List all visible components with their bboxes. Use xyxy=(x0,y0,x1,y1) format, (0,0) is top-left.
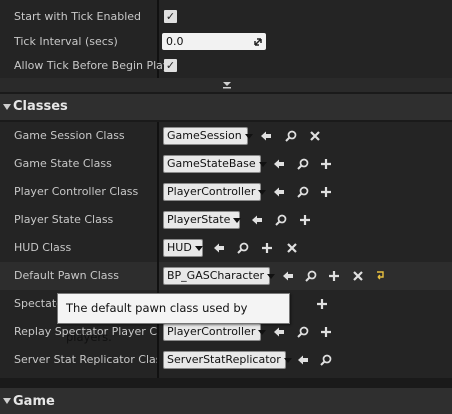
classes-category-header[interactable]: Classes xyxy=(0,94,452,120)
use-selected-arrow-icon[interactable] xyxy=(273,186,285,198)
allow-tick-before-begin-play-checkbox[interactable]: ✓ xyxy=(164,59,177,72)
expand-arrow-icon xyxy=(3,398,11,404)
default-pawn-class-tooltip: The default pawn class used by players. xyxy=(57,293,290,344)
browse-search-icon[interactable] xyxy=(285,130,297,142)
replay-spectator-player-controller-class-dropdown[interactable]: PlayerController xyxy=(163,323,267,341)
column-divider xyxy=(157,262,159,290)
player-state-class-label: Player State Class xyxy=(14,213,114,226)
chevron-down-icon xyxy=(267,273,276,279)
dropdown-value: PlayerState xyxy=(167,213,231,226)
game-session-class-dropdown[interactable]: GameSession xyxy=(163,127,253,145)
use-selected-arrow-icon[interactable] xyxy=(251,214,263,226)
allow-tick-before-begin-play-label: Allow Tick Before Begin Play xyxy=(14,59,170,72)
dropdown-value: PlayerController xyxy=(167,185,256,198)
browse-search-icon[interactable] xyxy=(305,270,317,282)
game-category-title: Game xyxy=(13,394,55,409)
advanced-expander[interactable] xyxy=(0,78,452,92)
start-with-tick-enabled-label: Start with Tick Enabled xyxy=(14,10,142,23)
default-pawn-class-dropdown[interactable]: BP_GASCharacter xyxy=(163,267,276,285)
resize-handle-icon xyxy=(254,38,262,46)
dropdown-value: PlayerController xyxy=(167,325,256,338)
browse-search-icon[interactable] xyxy=(297,326,309,338)
expand-arrow-icon xyxy=(3,104,11,110)
player-controller-class-label: Player Controller Class xyxy=(14,185,139,198)
chevron-down-icon xyxy=(233,217,242,223)
server-stat-replicator-class-dropdown[interactable]: ServerStatReplicator xyxy=(163,351,292,369)
browse-search-icon[interactable] xyxy=(275,214,287,226)
tick-interval-field[interactable]: 0.0 xyxy=(162,33,266,50)
add-plus-icon[interactable] xyxy=(299,214,311,226)
default-pawn-class-label: Default Pawn Class xyxy=(14,269,119,282)
chevron-down-icon xyxy=(258,161,267,167)
game-state-class-dropdown[interactable]: GameStateBase xyxy=(163,155,267,173)
classes-category-title: Classes xyxy=(13,99,68,114)
tick-interval-label: Tick Interval (secs) xyxy=(14,35,118,48)
add-plus-icon[interactable] xyxy=(328,270,340,282)
add-plus-icon[interactable] xyxy=(316,298,328,310)
use-selected-arrow-icon[interactable] xyxy=(213,242,225,254)
use-selected-arrow-icon[interactable] xyxy=(273,158,285,170)
chevron-down-icon xyxy=(258,329,267,335)
chevron-down-icon xyxy=(258,189,267,195)
add-plus-icon[interactable] xyxy=(320,186,332,198)
clear-x-icon[interactable] xyxy=(286,242,298,254)
chevron-down-icon xyxy=(194,245,203,251)
chevron-down-icon xyxy=(283,357,292,363)
hud-class-label: HUD Class xyxy=(14,241,72,254)
column-divider xyxy=(157,122,159,262)
clear-x-icon[interactable] xyxy=(352,270,364,282)
browse-search-icon[interactable] xyxy=(237,242,249,254)
use-selected-arrow-icon[interactable] xyxy=(260,130,272,142)
use-selected-arrow-icon[interactable] xyxy=(273,326,285,338)
game-session-class-label: Game Session Class xyxy=(14,129,125,142)
player-state-class-dropdown[interactable]: PlayerState xyxy=(163,211,242,229)
dropdown-value: BP_GASCharacter xyxy=(167,269,265,282)
add-plus-icon[interactable] xyxy=(320,158,332,170)
dropdown-value: GameStateBase xyxy=(167,157,256,170)
use-selected-arrow-icon[interactable] xyxy=(297,354,309,366)
browse-search-icon[interactable] xyxy=(297,158,309,170)
start-with-tick-enabled-checkbox[interactable]: ✓ xyxy=(164,10,177,23)
dropdown-value: GameSession xyxy=(167,129,242,142)
dropdown-value: HUD xyxy=(167,241,192,254)
hud-class-dropdown[interactable]: HUD xyxy=(163,239,203,257)
game-category-header[interactable]: Game xyxy=(0,388,452,414)
server-stat-replicator-class-label: Server Stat Replicator Class xyxy=(14,353,157,366)
clear-x-icon[interactable] xyxy=(309,130,321,142)
add-plus-icon[interactable] xyxy=(261,242,273,254)
chevron-down-icon xyxy=(223,82,231,89)
use-selected-arrow-icon[interactable] xyxy=(282,270,294,282)
reset-to-default-icon[interactable] xyxy=(374,269,386,281)
add-plus-icon[interactable] xyxy=(320,326,332,338)
player-controller-class-dropdown[interactable]: PlayerController xyxy=(163,183,267,201)
browse-search-icon[interactable] xyxy=(297,186,309,198)
dropdown-value: ServerStatReplicator xyxy=(167,353,281,366)
chevron-down-icon xyxy=(244,133,253,139)
browse-search-icon[interactable] xyxy=(320,354,332,366)
game-state-class-label: Game State Class xyxy=(14,157,112,170)
